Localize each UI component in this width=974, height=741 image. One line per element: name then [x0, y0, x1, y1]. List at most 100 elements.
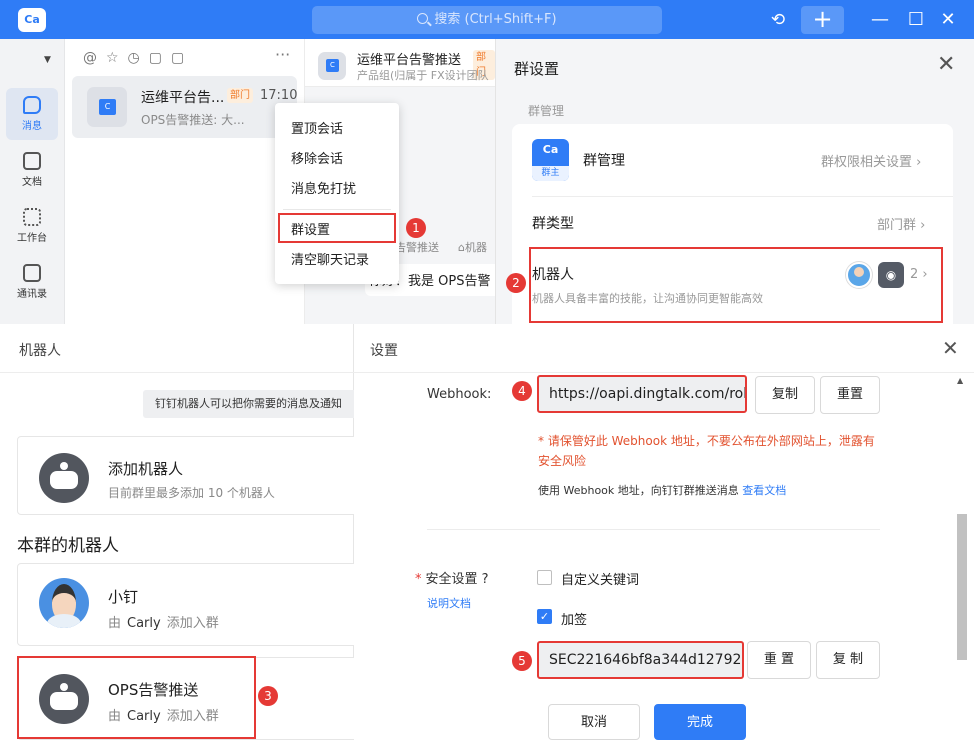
divider: [354, 372, 974, 373]
search-icon: [417, 13, 429, 24]
menu-item-remove[interactable]: 移除会话: [291, 148, 343, 167]
group-type-value-label: 部门群: [877, 218, 917, 233]
conversation-name: 运维平台告...: [141, 90, 225, 106]
done-button[interactable]: 完成: [654, 704, 746, 740]
chevron-right-icon: ›: [916, 155, 922, 170]
more-icon[interactable]: ···: [275, 45, 290, 64]
robot-name: 小钉: [108, 588, 139, 606]
help-icon[interactable]: ?: [482, 572, 489, 587]
menu-divider: [283, 209, 391, 210]
webhook-warning: * 请保管好此 Webhook 地址，不要公布在外部网站上，泄露有安全风险: [538, 434, 875, 468]
nav-contacts[interactable]: 通讯录: [6, 256, 58, 308]
left-nav: ▼ 消息 文档 工作台 通讯录: [0, 39, 65, 324]
close-window-button[interactable]: ✕: [936, 6, 960, 34]
chat-robot-tag-label: 机器: [464, 241, 487, 254]
cancel-button[interactable]: 取消: [548, 704, 640, 740]
dialog-title: 机器人: [19, 343, 61, 359]
context-menu: 置顶会话 移除会话 消息免打扰 群设置 清空聊天记录: [275, 103, 399, 284]
menu-item-clear-history[interactable]: 清空聊天记录: [291, 249, 369, 268]
menu-item-mute[interactable]: 消息免打扰: [291, 178, 356, 197]
robot-count[interactable]: 2 ›: [910, 267, 928, 282]
view-docs-link[interactable]: 查看文档: [742, 484, 786, 497]
group-avatar: C: [87, 87, 127, 127]
webhook-label: Webhook:: [427, 387, 492, 402]
conversation-preview: OPS告警推送: 大...: [141, 113, 245, 127]
nav-workbench-label: 工作台: [17, 233, 47, 244]
history-icon[interactable]: ⟲: [764, 6, 792, 34]
search-input[interactable]: 搜索 (Ctrl+Shift+F): [312, 6, 662, 34]
minimize-button[interactable]: —: [868, 6, 892, 34]
avatar: [39, 578, 89, 628]
keyword-checkbox[interactable]: [537, 570, 552, 585]
department-badge: 部门: [227, 88, 253, 103]
conversation-list: @☆◷▢▢ ··· C 运维平台告... 部门 17:10 OPS告警推送: 大…: [65, 39, 305, 324]
group-type-label[interactable]: 群类型: [532, 213, 574, 233]
copy-webhook-button[interactable]: 复制: [755, 376, 815, 414]
add-robot-card[interactable]: 添加机器人 目前群里最多添加 10 个机器人: [17, 436, 362, 515]
settings-dialog: 设置 ✕ Webhook: 4 https://oapi.dingtalk.co…: [354, 324, 974, 740]
scrollbar[interactable]: [957, 514, 967, 660]
added-by-action: 添加入群: [166, 616, 219, 631]
dialog-title: 设置: [370, 343, 398, 359]
group-type-value[interactable]: 部门群 ›: [877, 214, 925, 233]
added-by-user: Carly: [127, 616, 161, 631]
title-bar: Ca 搜索 (Ctrl+Shift+F) ⟲ + — ☐ ✕: [0, 0, 974, 39]
chevron-right-icon: ›: [920, 218, 926, 233]
divider: [0, 372, 354, 373]
reset-secret-button[interactable]: 重 置: [747, 641, 811, 679]
robot-icon: ◉: [878, 262, 904, 288]
close-icon[interactable]: ✕: [942, 336, 959, 360]
close-icon[interactable]: ✕: [937, 52, 955, 77]
robot-row-description: 机器人具备丰富的技能，让沟通协同更智能高效: [532, 292, 763, 305]
robot-list-item[interactable]: 小钉 由 Carly 添加入群: [17, 563, 362, 646]
nav-docs[interactable]: 文档: [6, 144, 58, 196]
required-marker: *: [415, 572, 422, 587]
group-settings-panel: 群设置 ✕ 群管理 Ca 群主 群管理 群权限相关设置 › 群类型 部门群 › 机…: [495, 39, 974, 334]
nav-messages[interactable]: 消息: [6, 88, 58, 140]
copy-secret-button[interactable]: 复 制: [816, 641, 880, 679]
step-marker: 5: [512, 651, 532, 671]
security-settings-text: 安全设置: [425, 572, 478, 587]
menu-item-pin[interactable]: 置顶会话: [291, 118, 343, 137]
search-placeholder: 搜索 (Ctrl+Shift+F): [434, 12, 557, 27]
reset-webhook-button[interactable]: 重置: [820, 376, 880, 414]
sign-checkbox[interactable]: ✓: [537, 609, 552, 624]
robot-icon: ⌂: [458, 241, 465, 254]
nav-docs-label: 文档: [22, 177, 42, 188]
webhook-field[interactable]: https://oapi.dingtalk.com/robot/send: [537, 375, 747, 413]
robot-row-label[interactable]: 机器人: [532, 264, 574, 284]
grid-icon: [23, 208, 41, 226]
conversation-item[interactable]: C 运维平台告... 部门 17:10 OPS告警推送: 大...: [72, 76, 297, 138]
nav-contacts-label: 通讯录: [17, 289, 47, 300]
group-manage-label[interactable]: 群管理: [583, 150, 625, 170]
highlight-box: [278, 213, 396, 243]
sign-checkbox-label[interactable]: 加签: [561, 609, 587, 628]
create-button[interactable]: +: [801, 6, 844, 34]
step-marker: 1: [406, 218, 426, 238]
robot-avatar-xiaoding: [846, 262, 872, 288]
secret-field[interactable]: SEC221646bf8a344d12792ca: [537, 641, 744, 679]
conversation-time: 17:10: [260, 88, 298, 103]
add-robot-subtitle: 目前群里最多添加 10 个机器人: [108, 486, 275, 500]
document-icon: [23, 152, 41, 170]
maximize-button[interactable]: ☐: [904, 6, 928, 34]
nav-messages-label: 消息: [22, 121, 42, 132]
section-title: 本群的机器人: [17, 536, 119, 556]
scroll-up-icon[interactable]: ▲: [957, 376, 963, 385]
security-docs-link[interactable]: 说明文档: [427, 595, 471, 611]
chevron-down-icon[interactable]: ▼: [44, 55, 51, 65]
step-marker: 3: [258, 686, 278, 706]
panel-title: 群设置: [514, 60, 560, 78]
group-permission-label: 群权限相关设置: [821, 155, 913, 170]
group-owner-avatar-letter: Ca: [542, 143, 559, 156]
conversation-filter-icons[interactable]: @☆◷▢▢: [83, 50, 193, 66]
chat-group-avatar: C: [318, 52, 346, 80]
chat-tag: 告警推送: [395, 241, 439, 254]
robot-dialog: 机器人 钉钉机器人可以把你需要的消息及通知 添加机器人 目前群里最多添加 10 …: [0, 324, 363, 740]
group-avatar-letter: C: [99, 99, 116, 115]
nav-workbench[interactable]: 工作台: [6, 200, 58, 252]
group-owner-avatar: Ca 群主: [532, 139, 569, 181]
chat-robot-tag: ⌂机器: [458, 239, 498, 255]
group-permission-link[interactable]: 群权限相关设置 ›: [821, 151, 921, 170]
keyword-checkbox-label[interactable]: 自定义关键词: [561, 569, 639, 588]
